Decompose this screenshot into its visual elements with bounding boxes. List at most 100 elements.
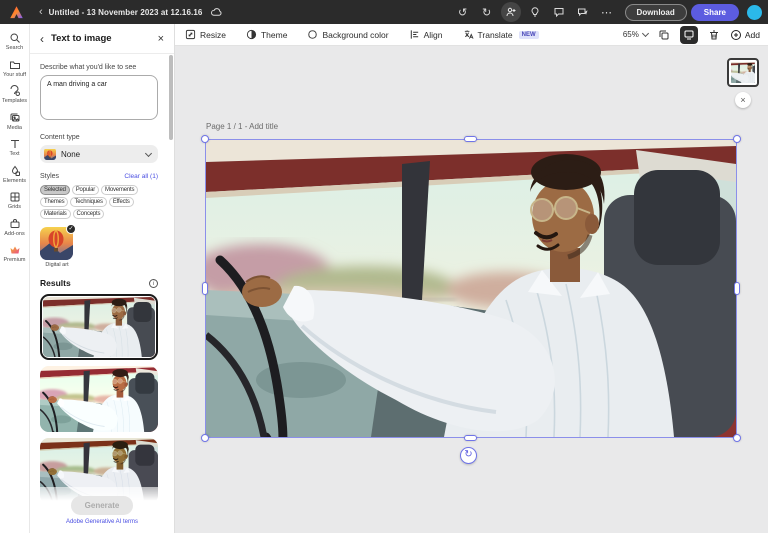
- rotate-handle-icon[interactable]: ↻: [460, 447, 477, 464]
- zoom-level: 65%: [623, 30, 639, 39]
- translate-icon: [463, 29, 474, 40]
- result-thumbnail-1[interactable]: [40, 294, 158, 360]
- page-preview-thumbnail[interactable]: [727, 58, 759, 87]
- panel-close-icon[interactable]: ×: [158, 33, 164, 45]
- more-options-icon[interactable]: ⋯: [597, 2, 617, 22]
- templates-icon: [9, 85, 21, 97]
- clear-all-link[interactable]: Clear all (1): [124, 173, 158, 180]
- text-icon: [9, 138, 21, 150]
- invite-collaborators-icon[interactable]: [501, 2, 521, 22]
- close-preview-icon[interactable]: ×: [735, 92, 751, 108]
- cloud-sync-icon[interactable]: [210, 6, 223, 19]
- rail-item-premium[interactable]: Premium: [0, 244, 30, 264]
- prompt-input[interactable]: A man driving a car: [40, 75, 158, 120]
- add-page-label: Add: [745, 30, 760, 40]
- theme-button[interactable]: Theme: [236, 24, 297, 45]
- background-color-icon: [307, 29, 318, 40]
- premium-icon: [9, 244, 21, 256]
- rail-item-templates[interactable]: Templates: [0, 85, 30, 105]
- present-chat-icon[interactable]: [573, 2, 593, 22]
- user-avatar[interactable]: [747, 5, 762, 20]
- generated-image: [206, 140, 736, 437]
- rail-item-media[interactable]: Media: [0, 112, 30, 132]
- chip-concepts[interactable]: Concepts: [73, 209, 105, 219]
- generative-ai-terms-link[interactable]: Adobe Generative AI terms: [66, 519, 138, 525]
- chip-movements[interactable]: Movements: [101, 185, 138, 195]
- comments-icon[interactable]: [549, 2, 569, 22]
- align-icon: [409, 29, 420, 40]
- panel-title: Text to image: [51, 33, 112, 44]
- handle-right-center[interactable]: [734, 282, 740, 295]
- canvas-area[interactable]: Page 1 / 1 - Add title × ↻: [175, 46, 768, 533]
- panel-header: ‹ Text to image ×: [30, 24, 174, 54]
- add-page-button[interactable]: Add: [730, 29, 760, 41]
- adobe-express-logo-icon[interactable]: [9, 5, 24, 20]
- page-label[interactable]: Page 1 / 1 - Add title: [206, 122, 278, 131]
- content-type-select[interactable]: None: [40, 145, 158, 163]
- result-thumbnail-2[interactable]: [40, 366, 158, 432]
- chip-themes[interactable]: Themes: [40, 197, 68, 207]
- pages-view-button[interactable]: [680, 26, 698, 44]
- handle-bottom-left[interactable]: [201, 434, 209, 442]
- content-type-value: None: [61, 150, 80, 159]
- style-selected-check-icon: ✓: [66, 224, 76, 234]
- handle-left-center[interactable]: [202, 282, 208, 295]
- chip-materials[interactable]: Materials: [40, 209, 71, 219]
- back-to-home-icon[interactable]: ‹: [33, 6, 49, 18]
- rail-item-elements[interactable]: Elements: [0, 165, 30, 185]
- panel-scrollbar[interactable]: [169, 55, 173, 523]
- handle-top-right[interactable]: [733, 135, 741, 143]
- chip-effects[interactable]: Effects: [109, 197, 134, 207]
- handle-bottom-right[interactable]: [733, 434, 741, 442]
- undo-icon[interactable]: ↺: [453, 2, 473, 22]
- top-bar: ‹ Untitled - 13 November 2023 at 12.16.1…: [0, 0, 768, 24]
- chip-selected[interactable]: Selected: [40, 185, 70, 195]
- align-label: Align: [424, 30, 443, 40]
- download-button[interactable]: Download: [625, 4, 687, 21]
- selected-style-card[interactable]: ✓ Digital art: [40, 227, 74, 268]
- elements-icon: [9, 165, 21, 177]
- rail-item-grids[interactable]: Grids: [0, 191, 30, 211]
- media-icon: [9, 112, 21, 124]
- rail-item-text[interactable]: Text: [0, 138, 30, 158]
- align-button[interactable]: Align: [399, 24, 453, 45]
- content-type-thumbnail: [44, 148, 56, 160]
- rail-item-search[interactable]: Search: [0, 32, 30, 52]
- style-name: Digital art: [40, 262, 74, 268]
- content-type-label: Content type: [40, 134, 158, 141]
- background-color-button[interactable]: Background color: [297, 24, 398, 45]
- chip-techniques[interactable]: Techniques: [70, 197, 106, 207]
- translate-label: Translate: [478, 30, 513, 40]
- rail-item-your-stuff[interactable]: Your stuff: [0, 59, 30, 79]
- theme-label: Theme: [261, 30, 287, 40]
- style-filter-chips: Selected Popular Movements Themes Techni…: [40, 185, 162, 219]
- chip-popular[interactable]: Popular: [72, 185, 99, 195]
- adobe-express-app: ‹ Untitled - 13 November 2023 at 12.16.1…: [0, 0, 768, 533]
- lightbulb-ideas-icon[interactable]: [525, 2, 545, 22]
- selected-image-artboard[interactable]: ↻: [206, 140, 736, 437]
- app-rail: Search Your stuff Templates Media Text E…: [0, 24, 30, 533]
- info-icon[interactable]: i: [149, 279, 158, 288]
- results-label: Results: [40, 278, 71, 288]
- resize-icon: [185, 29, 196, 40]
- styles-label: Styles: [40, 173, 59, 180]
- handle-top-center[interactable]: [464, 136, 477, 142]
- panel-back-icon[interactable]: ‹: [40, 32, 44, 46]
- folder-icon: [9, 59, 21, 71]
- redo-icon[interactable]: ↻: [477, 2, 497, 22]
- share-button[interactable]: Share: [691, 4, 739, 21]
- chevron-down-icon: [642, 30, 649, 37]
- add-ons-icon: [9, 218, 21, 230]
- rail-item-add-ons[interactable]: Add-ons: [0, 218, 30, 238]
- document-title[interactable]: Untitled - 13 November 2023 at 12.16.16: [49, 8, 203, 17]
- panel-footer: Generate Adobe Generative AI terms: [30, 487, 174, 533]
- resize-button[interactable]: Resize: [175, 24, 236, 45]
- translate-button[interactable]: Translate NEW: [453, 24, 549, 45]
- handle-top-left[interactable]: [201, 135, 209, 143]
- handle-bottom-center[interactable]: [464, 435, 477, 441]
- duplicate-page-button[interactable]: [655, 26, 673, 44]
- grids-icon: [9, 191, 21, 203]
- zoom-control[interactable]: 65%: [623, 30, 648, 39]
- delete-page-button[interactable]: [705, 26, 723, 44]
- generate-button[interactable]: Generate: [71, 496, 133, 515]
